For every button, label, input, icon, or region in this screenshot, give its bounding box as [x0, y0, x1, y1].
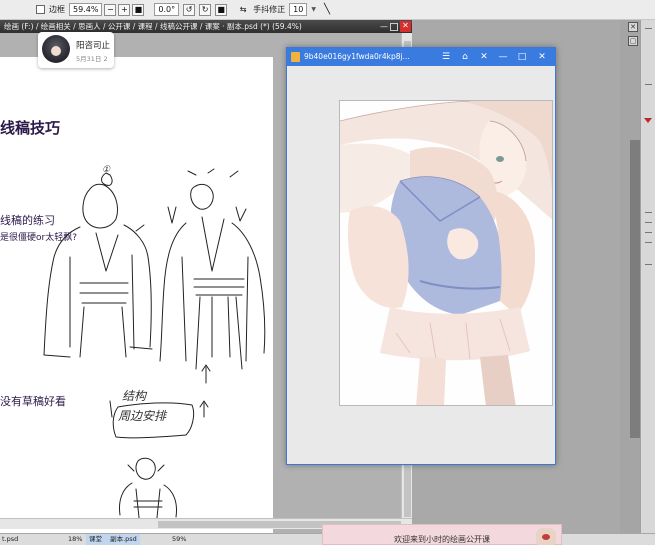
- border-checkbox[interactable]: [36, 5, 45, 14]
- dock-collapse-icon[interactable]: [644, 118, 652, 123]
- image-viewer-window[interactable]: 9b40e016gy1fwda0r4kp8j... ☰ ⌂ ✕ — □ ✕: [286, 47, 556, 465]
- dock-mark: [645, 212, 652, 213]
- image-file-icon: [291, 52, 300, 62]
- image-viewer-body: [288, 66, 554, 464]
- zoom-in-icon[interactable]: +: [118, 3, 131, 16]
- document-close-button[interactable]: ✕: [400, 21, 411, 32]
- viewer-minimize-button[interactable]: —: [496, 48, 510, 66]
- rotation-angle-field[interactable]: 0.0°: [154, 3, 180, 16]
- avatar[interactable]: [42, 35, 70, 63]
- rotate-right-icon[interactable]: ↻: [199, 3, 212, 16]
- welcome-banner: 欢迎来到小时的绘画公开课: [322, 524, 562, 545]
- user-badge[interactable]: 阳咨司止 5月31日 2: [38, 32, 114, 68]
- kimono-sketch: [43, 168, 266, 528]
- dock-mark: [645, 84, 652, 85]
- drawing-canvas[interactable]: 线稿技巧 线稿的练习 是很僵硬or太轻飘? 没有草稿好看 ① 结构 周边安排: [0, 57, 273, 533]
- tab-lesson-label: 课堂: [89, 535, 102, 543]
- stabilizer-field[interactable]: 10: [289, 3, 308, 16]
- zoom-fit-icon[interactable]: ■: [132, 3, 145, 16]
- dock-mark: [645, 242, 652, 243]
- dock-mark: [645, 232, 652, 233]
- rotate-left-icon[interactable]: ↺: [183, 3, 196, 16]
- right-panel-scrollbar[interactable]: [630, 140, 640, 438]
- panel-close-icon[interactable]: ✕: [628, 22, 638, 32]
- tab-lesson-zoom: 59%: [172, 535, 187, 543]
- zoom-dropdown[interactable]: 59.4% − + ■: [69, 3, 145, 16]
- tab-left-file[interactable]: t.psd: [2, 534, 18, 545]
- viewer-shuffle-icon[interactable]: ✕: [477, 48, 491, 66]
- viewer-maximize-button[interactable]: □: [515, 48, 529, 66]
- panel-minimize-icon[interactable]: ▢: [628, 36, 638, 46]
- dock-mark: [645, 222, 652, 223]
- dock-mark: [645, 264, 652, 265]
- viewer-shirt-icon[interactable]: ⌂: [458, 48, 472, 66]
- zoom-out-icon[interactable]: −: [104, 3, 117, 16]
- image-viewer-title: 9b40e016gy1fwda0r4kp8j...: [304, 52, 410, 61]
- avatar-face: [51, 46, 61, 56]
- stabilizer-dropdown-arrow[interactable]: ▼: [311, 6, 316, 13]
- document-maximize-button[interactable]: [390, 23, 398, 31]
- artwork-illustration: [340, 101, 552, 405]
- viewer-menu-icon[interactable]: ☰: [439, 48, 453, 66]
- dock-mark: [645, 28, 652, 29]
- user-date: 5月31日 2: [76, 55, 108, 63]
- pen-icon[interactable]: ╲: [324, 4, 330, 15]
- image-viewer-titlebar[interactable]: 9b40e016gy1fwda0r4kp8j... ☰ ⌂ ✕ — □ ✕: [287, 48, 555, 66]
- zoom-field[interactable]: 59.4%: [69, 3, 103, 16]
- flip-horizontal-icon[interactable]: ⇆: [237, 4, 249, 16]
- tab-lesson-file[interactable]: 课堂 副本.psd: [86, 534, 140, 545]
- stabilizer-label: 手抖修正: [253, 5, 286, 14]
- tab-lesson-filename: 副本.psd: [110, 535, 137, 543]
- tool-options-bar: 边框 59.4% − + ■ 0.0° ↺ ↻ ■ ⇆ 手抖修正 10 ▼ ╲: [0, 0, 655, 20]
- rotate-reset-icon[interactable]: ■: [215, 3, 228, 16]
- viewer-close-button[interactable]: ✕: [535, 48, 549, 66]
- mascot-icon: [536, 528, 556, 545]
- border-label: 边框: [49, 5, 65, 14]
- anime-artwork-image: [339, 100, 553, 406]
- user-name: 阳咨司止: [76, 41, 111, 51]
- tab-left-zoom: 18%: [68, 535, 83, 543]
- right-dock-strip: [640, 20, 655, 540]
- document-minimize-button[interactable]: —: [379, 22, 389, 32]
